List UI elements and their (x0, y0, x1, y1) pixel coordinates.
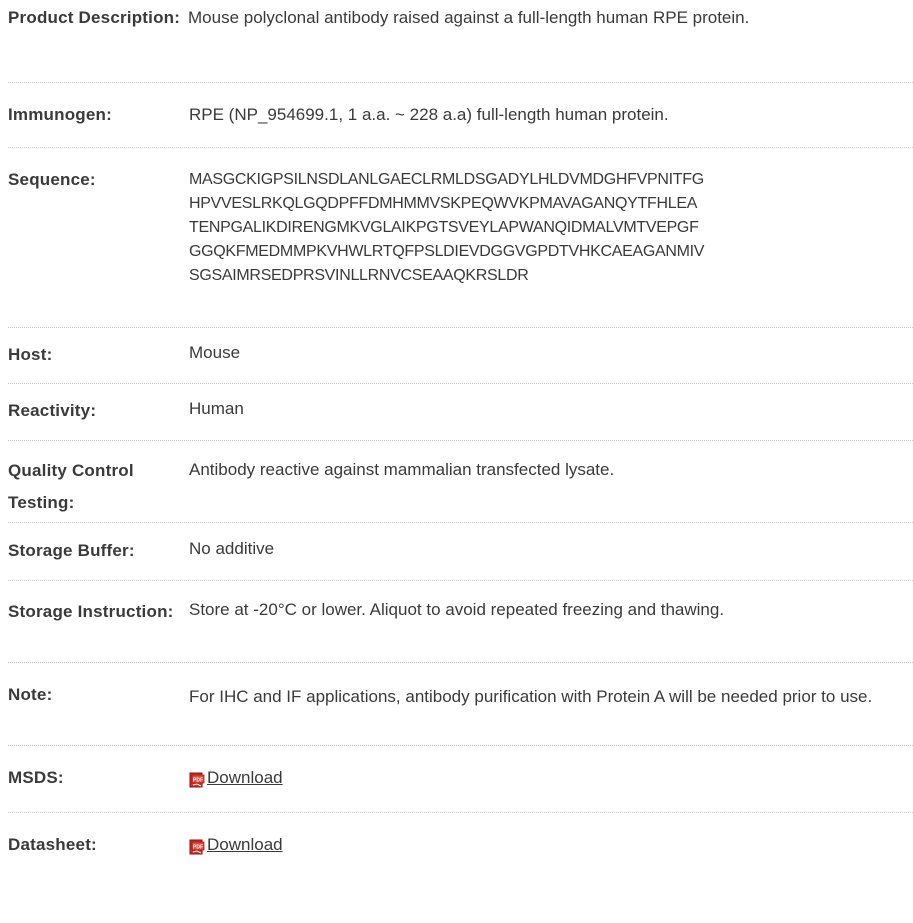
reactivity-label: Reactivity: (8, 401, 97, 420)
pdf-icon: PDF (189, 837, 206, 855)
immunogen-value: RPE (NP_954699.1, 1 a.a. ~ 228 a.a) full… (189, 105, 669, 124)
storage-instruction-value: Store at -20°C or lower. Aliquot to avoi… (189, 600, 725, 619)
msds-label: MSDS: (8, 768, 64, 787)
pdf-icon: PDF (189, 770, 206, 788)
datasheet-download-text[interactable]: Download (207, 832, 283, 858)
product-description-value: Mouse polyclonal antibody raised against… (188, 8, 750, 27)
storage-buffer-value: No additive (189, 539, 275, 558)
spec-row-quality-control: Quality Control Testing: Antibody reacti… (8, 441, 913, 523)
svg-text:PDF: PDF (193, 845, 203, 851)
msds-download-text[interactable]: Download (207, 765, 283, 791)
host-label: Host: (8, 345, 53, 364)
quality-control-label: Quality Control Testing: (8, 461, 134, 512)
msds-value: PDF Download (189, 746, 913, 796)
datasheet-value: PDF Download (189, 813, 913, 863)
spec-row-note: Note: For IHC and IF applications, antib… (8, 663, 913, 746)
storage-buffer-label: Storage Buffer: (8, 541, 135, 560)
spec-row-product-description: Product Description: Mouse polyclonal an… (8, 0, 913, 83)
spec-row-reactivity: Reactivity: Human (8, 384, 913, 441)
spec-row-sequence: Sequence: MASGCKIGPSILNSDLANLGAECLRMLDSG… (8, 148, 913, 328)
storage-instruction-label: Storage Instruction: (8, 602, 174, 621)
spec-row-immunogen: Immunogen: RPE (NP_954699.1, 1 a.a. ~ 22… (8, 83, 913, 148)
spec-row-datasheet: Datasheet: PDF Download (8, 813, 913, 873)
datasheet-label: Datasheet: (8, 835, 97, 854)
host-value: Mouse (189, 343, 241, 362)
sequence-value: MASGCKIGPSILNSDLANLGAECLRMLDSGADYLHLDVMD… (189, 171, 705, 284)
note-label: Note: (8, 685, 53, 704)
reactivity-value: Human (189, 399, 244, 418)
spec-row-storage-instruction: Storage Instruction: Store at -20°C or l… (8, 581, 913, 663)
sequence-label: Sequence: (8, 170, 96, 189)
product-spec-table: Product Description: Mouse polyclonal an… (0, 0, 913, 873)
spec-row-host: Host: Mouse (8, 328, 913, 384)
spec-label: Product Description: (8, 0, 188, 33)
quality-control-value: Antibody reactive against mammalian tran… (189, 460, 615, 479)
spec-row-storage-buffer: Storage Buffer: No additive (8, 523, 913, 581)
product-description-label: Product Description: (8, 8, 181, 27)
datasheet-download-link[interactable]: PDF Download (189, 832, 283, 858)
svg-text:PDF: PDF (193, 778, 203, 784)
spec-row-msds: MSDS: PDF Download (8, 746, 913, 813)
msds-download-link[interactable]: PDF Download (189, 765, 283, 791)
note-value: For IHC and IF applications, antibody pu… (189, 687, 873, 706)
immunogen-label: Immunogen: (8, 105, 112, 124)
